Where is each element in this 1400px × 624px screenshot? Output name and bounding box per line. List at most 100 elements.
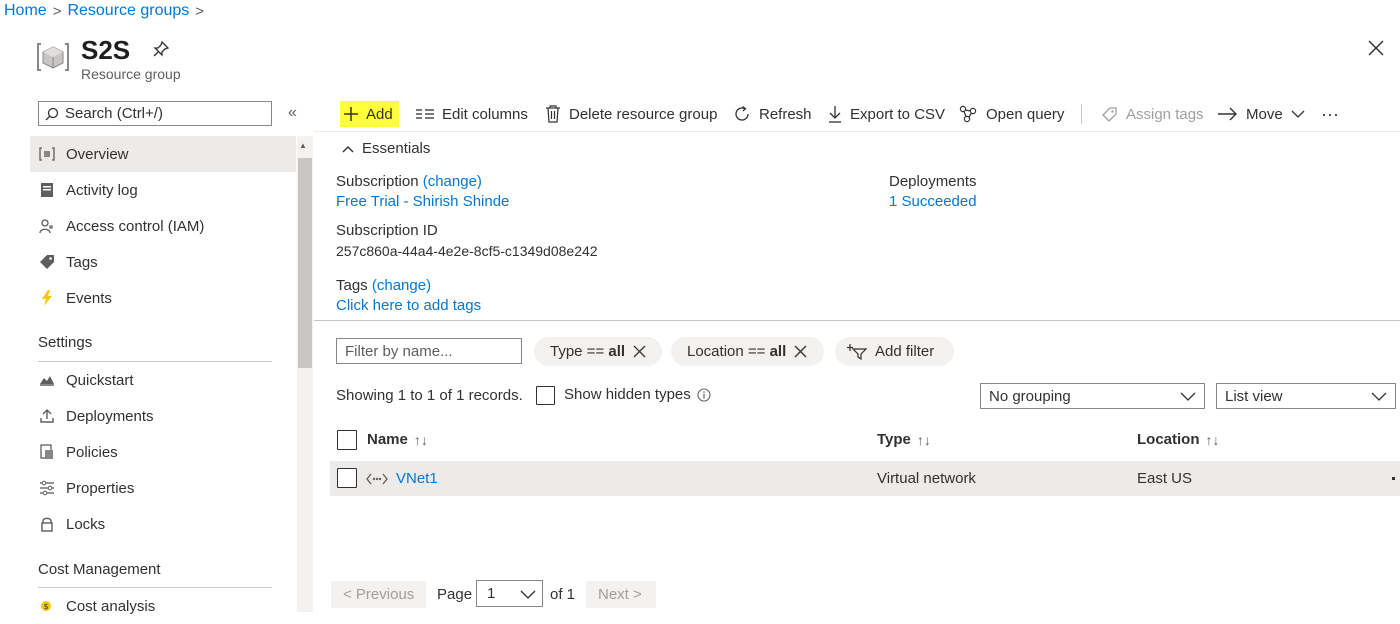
subscription-change-link[interactable]: (change) (423, 173, 482, 190)
download-icon (828, 105, 842, 123)
deployments-link[interactable]: 1 Succeeded (889, 193, 977, 210)
show-hidden-types-label: Show hidden types (564, 386, 691, 403)
sidebar-item-label: Activity log (66, 181, 138, 199)
assign-tags-button[interactable]: Assign tags (1101, 101, 1204, 127)
column-header-type[interactable]: Type ↑↓ (877, 431, 931, 448)
sidebar-item-overview[interactable]: Overview (30, 136, 296, 172)
next-page-button[interactable]: Next > (586, 581, 656, 608)
show-hidden-types-checkbox[interactable] (536, 386, 555, 405)
location-filter-pill[interactable]: Location == all (671, 337, 824, 366)
delete-label: Delete resource group (569, 105, 718, 123)
edit-columns-button[interactable]: Edit columns (416, 101, 528, 127)
open-query-label: Open query (986, 105, 1065, 123)
refresh-button[interactable]: Refresh (733, 101, 812, 127)
sidebar-item-properties[interactable]: Properties (30, 470, 296, 506)
breadcrumb-home-link[interactable]: Home (4, 2, 47, 20)
scroll-up-arrow-icon[interactable]: ▲ (299, 141, 307, 150)
search-icon (45, 107, 59, 121)
open-query-button[interactable]: Open query (959, 101, 1064, 127)
close-icon[interactable] (633, 345, 646, 358)
plus-icon (344, 107, 358, 121)
add-filter-button[interactable]: Add filter (835, 337, 954, 366)
type-filter-label: Type == all (550, 343, 626, 360)
tags-change-link[interactable]: (change) (372, 277, 431, 294)
sidebar-scrollbar-thumb[interactable] (298, 158, 312, 368)
collapse-sidebar-button[interactable]: « (288, 104, 297, 122)
resource-name-link[interactable]: VNet1 (396, 470, 438, 487)
export-to-csv-button[interactable]: Export to CSV (828, 101, 945, 127)
add-filter-label: Add filter (875, 343, 935, 360)
table-row[interactable] (330, 461, 1400, 496)
iam-icon (38, 217, 56, 235)
row-more-icon[interactable] (1392, 477, 1395, 480)
type-filter-pill[interactable]: Type == all (534, 337, 662, 366)
sidebar-item-access-control[interactable]: Access control (IAM) (30, 208, 296, 244)
add-button[interactable]: Add (340, 101, 399, 127)
chevron-up-icon (342, 145, 354, 153)
previous-page-button[interactable]: < Previous (331, 581, 426, 608)
sidebar-item-label: Policies (66, 443, 118, 461)
sidebar-item-deployments[interactable]: Deployments (30, 398, 296, 434)
essentials-toggle[interactable]: Essentials (342, 140, 430, 157)
sidebar-search-input[interactable]: Search (Ctrl+/) (38, 101, 272, 126)
add-tags-link[interactable]: Click here to add tags (336, 297, 481, 314)
overview-icon (38, 145, 56, 163)
subscription-link[interactable]: Free Trial - Shirish Shinde (336, 193, 509, 210)
quickstart-icon (38, 371, 56, 389)
policy-icon (38, 443, 56, 461)
page-title: S2S (81, 35, 131, 65)
resource-location: East US (1137, 470, 1193, 487)
column-header-name[interactable]: Name ↑↓ (367, 431, 428, 448)
edit-columns-label: Edit columns (442, 105, 528, 123)
pin-icon[interactable] (152, 40, 170, 58)
virtual-network-icon (366, 473, 388, 485)
select-all-checkbox[interactable] (337, 430, 357, 450)
sidebar-item-label: Quickstart (66, 371, 134, 389)
column-header-location[interactable]: Location ↑↓ (1137, 431, 1220, 448)
sidebar-item-events[interactable]: Events (30, 280, 296, 316)
sidebar-item-quickstart[interactable]: Quickstart (30, 362, 296, 398)
sidebar-item-policies[interactable]: Policies (30, 434, 296, 470)
sidebar-item-cost-analysis[interactable]: $ Cost analysis (30, 588, 296, 624)
deployments-label: Deployments (889, 173, 977, 190)
page-total: of 1 (550, 586, 576, 603)
sidebar-item-label: Locks (66, 515, 106, 533)
view-value: List view (1225, 387, 1283, 405)
cost-management-heading: Cost Management (38, 561, 161, 578)
column-header-label: Type (877, 431, 911, 448)
chevron-down-icon (1291, 109, 1305, 119)
breadcrumb-resource-groups-link[interactable]: Resource groups (67, 2, 189, 20)
subscription-label-text: Subscription (336, 173, 419, 190)
column-header-label: Name (367, 431, 408, 448)
query-icon (959, 105, 978, 123)
resource-type: Virtual network (877, 470, 976, 487)
filter-by-name-input[interactable] (336, 338, 522, 364)
sidebar-item-activity-log[interactable]: Activity log (30, 172, 296, 208)
move-dropdown-button[interactable]: Move (1218, 101, 1305, 127)
essentials-divider (314, 320, 1400, 321)
page-select[interactable]: 1 (476, 580, 543, 607)
sidebar-item-locks[interactable]: Locks (30, 506, 296, 542)
column-header-label: Location (1137, 431, 1200, 448)
info-icon[interactable] (697, 388, 711, 402)
sort-icon: ↑↓ (1205, 431, 1220, 448)
sidebar-item-tags[interactable]: Tags (30, 244, 296, 280)
tags-label-text: Tags (336, 277, 368, 294)
refresh-icon (733, 105, 751, 123)
grouping-dropdown[interactable]: No grouping (980, 383, 1205, 409)
export-label: Export to CSV (850, 105, 946, 123)
toolbar-divider (1081, 104, 1082, 124)
delete-resource-group-button[interactable]: Delete resource group (545, 101, 717, 127)
row-checkbox[interactable] (337, 468, 357, 488)
close-icon[interactable] (794, 345, 807, 358)
lightning-icon (38, 289, 56, 307)
tag-icon (38, 253, 56, 271)
tags-label: Tags (change) (336, 277, 431, 294)
view-dropdown[interactable]: List view (1216, 383, 1396, 409)
more-actions-button[interactable]: ··· (1321, 101, 1339, 127)
sidebar-item-label: Events (66, 289, 112, 307)
grouping-value: No grouping (989, 387, 1071, 405)
close-icon[interactable] (1366, 38, 1386, 58)
sidebar-item-label: Overview (66, 145, 129, 163)
svg-text:$: $ (44, 602, 49, 611)
